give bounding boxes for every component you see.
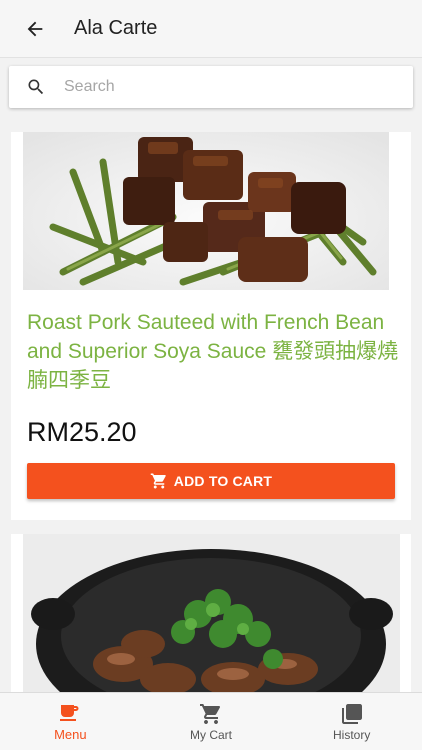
nav-menu-label: Menu (54, 727, 87, 742)
dish-name: Roast Pork Sauteed with French Bean and … (27, 311, 399, 392)
menu-item-card: Roast Pork Sauteed with French Bean and … (11, 132, 411, 520)
search-input[interactable] (64, 78, 384, 96)
arrow-back-icon (27, 21, 43, 36)
shopping-cart-icon (150, 472, 168, 490)
back-button[interactable] (17, 11, 53, 47)
nav-history-label: History (333, 727, 371, 742)
stacked-pages-icon (340, 702, 364, 726)
page-title: Ala Carte (74, 17, 158, 39)
search-bar[interactable] (9, 66, 413, 108)
shopping-cart-icon (199, 702, 223, 726)
nav-my-cart[interactable]: My Cart (141, 693, 282, 750)
dish-price: RM25.20 (27, 417, 137, 447)
nav-history[interactable]: History (281, 693, 422, 750)
add-to-cart-label: ADD TO CART (173, 473, 273, 489)
menu-list[interactable]: Roast Pork Sauteed with French Bean and … (0, 118, 422, 692)
app-bar: Ala Carte (0, 0, 422, 58)
dish-photo (23, 534, 400, 692)
dish-photo (23, 132, 389, 290)
nav-menu[interactable]: Menu (0, 693, 141, 750)
search-icon (26, 77, 46, 97)
bottom-navigation: Menu My Cart History (0, 692, 422, 750)
coffee-cup-icon (58, 701, 82, 725)
menu-item-card (11, 534, 411, 692)
nav-my-cart-label: My Cart (190, 727, 232, 742)
add-to-cart-button[interactable]: ADD TO CART (27, 463, 395, 499)
